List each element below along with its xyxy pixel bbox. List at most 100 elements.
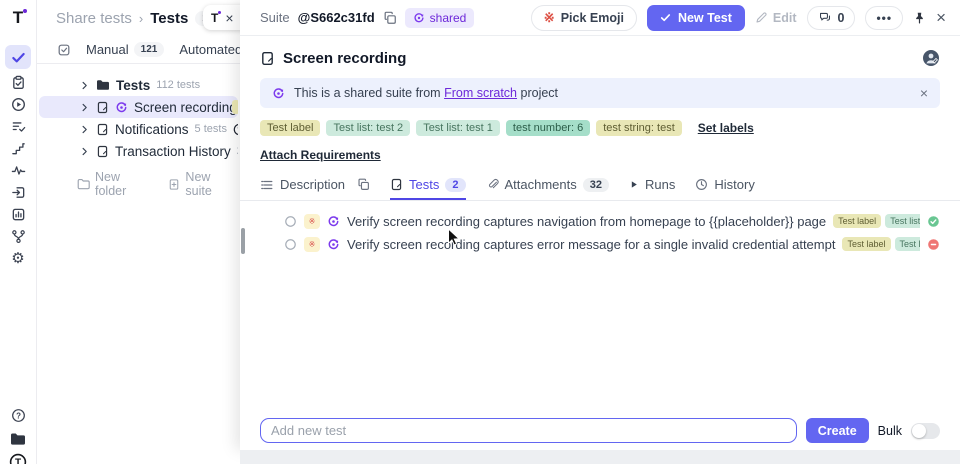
list-check-icon [11,119,26,134]
suite-labels: Test label Test list: test 2 Test list: te… [260,120,940,136]
test-label-chips: Test labelTest list: test 2Test list: te… [833,214,920,228]
new-test-button[interactable]: New Test [647,5,745,31]
suite-doc-icon [260,51,275,66]
test-row[interactable]: ※Verify screen recording captures error … [284,233,940,255]
label-chip[interactable]: Test label [260,120,320,136]
radio-icon[interactable] [284,215,297,228]
chevron-right-icon[interactable] [79,124,90,135]
steps-nav-button[interactable] [5,140,31,157]
tab-label: Runs [645,177,675,192]
branch-icon [11,229,26,244]
test-label-chips: Test labelTest list: test 2Test list: te… [842,237,920,251]
chevron-right-icon[interactable] [79,80,90,91]
breadcrumb-parent[interactable]: Share tests [56,10,132,27]
tree-item-name: Screen recording [134,100,237,115]
shared-suite-banner: This is a shared suite from From scratch… [260,78,940,108]
tree-row[interactable]: Notifications5 testsTnotifications [39,118,238,140]
comments-button[interactable]: 0 [807,6,856,30]
pulse-icon [11,163,26,178]
shared-icon [272,87,285,100]
label-chip: Test list: test 2 [885,214,920,228]
tab-attachments[interactable]: Attachments 32 [486,171,610,200]
tab-description[interactable]: Description [260,171,370,200]
profile-button[interactable]: T [5,453,31,464]
comments-icon [818,11,832,24]
shared-icon [413,12,425,24]
close-icon[interactable]: × [225,11,233,25]
drawer-header: Suite @S662c31fd shared ※Pick Emoji New … [240,0,960,36]
pick-emoji-button[interactable]: ※Pick Emoji [531,5,637,31]
new-folder-button[interactable]: New folder [77,170,154,198]
tab-automated[interactable]: Automated [179,42,242,57]
breadcrumb-separator: › [139,11,143,26]
close-drawer-icon[interactable]: × [936,9,946,26]
test-emoji-icon: ※ [304,214,320,229]
new-suite-button[interactable]: New suite [168,170,240,198]
doc-icon [96,145,109,158]
pin-icon[interactable] [913,11,926,25]
watcher-avatar[interactable] [922,49,940,67]
chevron-right-icon[interactable] [79,146,90,157]
label-chip[interactable]: test number: 6 [506,120,590,136]
test-row[interactable]: ※ Verify screen recording captures naviga… [284,210,940,232]
tab-manual[interactable]: Manual121 [86,42,164,57]
bulk-select-icon[interactable] [57,43,71,57]
status-failed-icon [927,238,940,251]
set-labels-link[interactable]: Set labels [698,121,754,135]
tree-item-meta: 112 tests [156,79,200,91]
requirements-nav-button[interactable] [5,118,31,135]
attach-requirements-link[interactable]: Attach Requirements [260,148,381,162]
more-button[interactable]: ••• [865,6,903,30]
tree-item-meta: 2 tests [237,145,238,157]
project-link[interactable]: From scratch [444,86,517,100]
branches-nav-button[interactable] [5,228,31,245]
shared-badge: shared [405,8,475,28]
chevron-right-icon[interactable] [79,102,90,113]
clock-icon [695,178,708,191]
label-chip[interactable]: test string: test [596,120,682,136]
label-chip[interactable]: Test list: test 1 [416,120,500,136]
reports-nav-button[interactable] [5,206,31,223]
copy-icon[interactable] [383,11,397,25]
tab-count-badge: 32 [583,178,609,192]
play-circle-icon [11,97,26,112]
question-circle-icon: ? [11,408,26,423]
bulk-toggle[interactable] [911,423,940,439]
projects-button[interactable] [5,430,31,447]
edit-button[interactable]: Edit [755,11,797,25]
dismiss-banner-icon[interactable]: × [920,86,928,100]
test-title[interactable]: Verify screen recording captures navigat… [347,214,826,229]
help-button[interactable]: ? [5,407,31,424]
analytics-nav-button[interactable] [5,162,31,179]
circled-t-icon: T [9,453,27,464]
radio-icon[interactable] [284,238,297,251]
create-button[interactable]: Create [806,418,869,443]
label-chip[interactable]: Test list: test 2 [326,120,410,136]
tab-history[interactable]: History [695,171,754,200]
drawer-resize-handle[interactable] [241,228,245,254]
doc-icon [390,178,403,191]
breadcrumb-current[interactable]: Tests [150,10,188,27]
tree-row[interactable]: Tests 112 tests [39,74,238,96]
list-icon [260,178,274,192]
tree-row[interactable]: Screen recording2 tests [39,96,238,118]
test-plans-nav-button[interactable] [5,74,31,91]
tree-actions: New folder New suite [37,170,240,198]
import-nav-button[interactable] [5,184,31,201]
shared-icon [115,101,128,114]
add-test-input[interactable] [260,418,797,443]
tab-runs[interactable]: Runs [629,171,675,200]
copy-icon[interactable] [357,178,370,191]
tab-tests[interactable]: Tests2 [390,171,465,200]
tree-item-name: Tests [116,78,150,93]
truncated-label-chip [232,100,238,114]
runs-nav-button[interactable] [5,96,31,113]
settings-nav-button[interactable]: ⚙ [5,250,31,267]
tree-row[interactable]: Transaction History2 testsT [39,140,238,162]
test-title[interactable]: Verify screen recording captures error m… [347,237,835,252]
suite-filter-tabs: Manual121 Automated Out of sync [37,36,240,64]
tests-nav-button[interactable] [5,45,31,69]
check-icon [660,12,671,23]
app-logo[interactable]: T [13,8,23,28]
tab-label: Attachments [505,177,577,192]
